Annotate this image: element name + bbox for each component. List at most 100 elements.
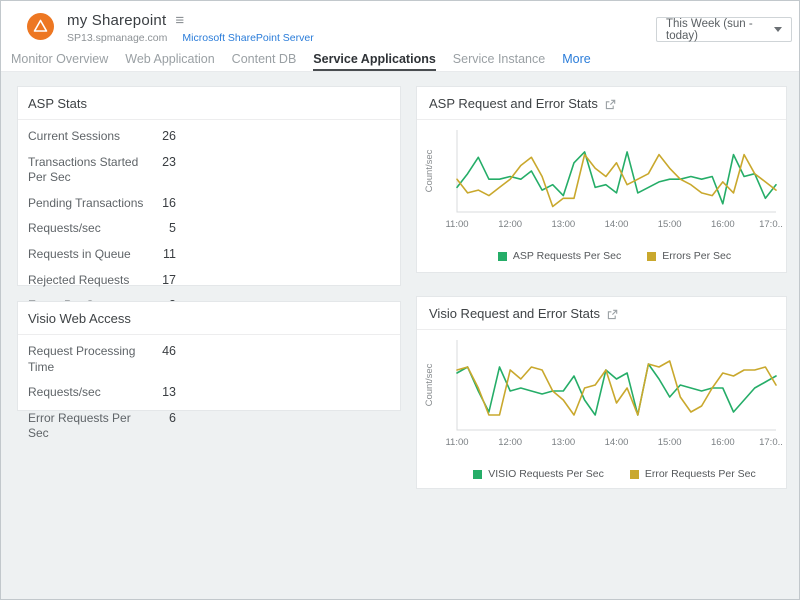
x-tick-label: 14:00 <box>605 219 629 230</box>
chart-canvas: Count/sec 11:00 12:00 13:00 14:00 15:00 16:00 1… <box>417 122 786 236</box>
stat-value: 17 <box>144 273 176 287</box>
stat-label: Current Sessions <box>28 129 144 145</box>
stat-row: Requests in Queue11 <box>18 242 400 268</box>
visio-chart-panel: Visio Request and Error Stats Count/sec 1… <box>416 296 787 489</box>
warning-triangle-icon <box>27 13 54 40</box>
stat-row: Requests/sec5 <box>18 216 400 242</box>
stat-row: Requests/sec13 <box>18 380 400 406</box>
asp-chart: Count/sec 11:00 12:00 13:00 14:00 15:00 16:00 1… <box>417 122 786 241</box>
chart-legend: VISIO Requests Per Sec Error Requests Per… <box>417 468 786 480</box>
legend-swatch-icon <box>473 470 482 479</box>
page-title: my Sharepoint <box>67 12 166 29</box>
stat-row: Current Sessions26 <box>18 124 400 150</box>
stat-row: Transactions Started Per Sec23 <box>18 150 400 191</box>
legend-swatch-icon <box>647 252 656 261</box>
legend-label: ASP Requests Per Sec <box>513 250 621 262</box>
stat-value: 23 <box>144 155 176 169</box>
stat-value: 5 <box>144 221 176 235</box>
x-tick-label: 17:0.. <box>759 437 783 448</box>
content-area: ASP Stats Current Sessions26Transactions… <box>1 72 799 599</box>
chart-canvas: Count/sec 11:00 12:00 13:00 14:00 15:00 16:00 1… <box>417 332 786 454</box>
stat-row: Pending Transactions16 <box>18 191 400 217</box>
stat-label: Transactions Started Per Sec <box>28 155 144 186</box>
legend-label: VISIO Requests Per Sec <box>488 468 604 480</box>
monitor-host: SP13.spmanage.com <box>67 32 167 44</box>
chart-body: Count/sec 11:00 12:00 13:00 14:00 15:00 16:00 1… <box>417 330 786 480</box>
stats-list: Current Sessions26Transactions Started P… <box>18 120 400 321</box>
series-line <box>457 361 776 415</box>
stat-row: Error Requests Per Sec6 <box>18 406 400 447</box>
stat-value: 11 <box>144 247 176 261</box>
tab-monitor-overview[interactable]: Monitor Overview <box>11 48 108 71</box>
app-window: my Sharepoint ≡ SP13.spmanage.com Micros… <box>0 0 800 600</box>
header: my Sharepoint ≡ SP13.spmanage.com Micros… <box>1 1 799 48</box>
panel-title-text: Visio Web Access <box>28 311 131 326</box>
x-tick-label: 16:00 <box>711 219 735 230</box>
x-tick-label: 13:00 <box>551 437 575 448</box>
x-tick-label: 15:00 <box>658 437 682 448</box>
legend-label: Error Requests Per Sec <box>645 468 756 480</box>
stat-row: Rejected Requests17 <box>18 268 400 294</box>
stat-label: Requests in Queue <box>28 247 144 263</box>
panel-title: Visio Web Access <box>18 302 400 335</box>
legend-item[interactable]: Error Requests Per Sec <box>630 468 756 480</box>
axis-lines <box>457 340 776 430</box>
panel-title-text: ASP Stats <box>28 96 87 111</box>
chart-title-text: ASP Request and Error Stats <box>429 96 598 111</box>
asp-chart-panel: ASP Request and Error Stats Count/sec 11:… <box>416 86 787 273</box>
series-line <box>457 152 776 204</box>
chart-title-text: Visio Request and Error Stats <box>429 306 600 321</box>
external-link-icon[interactable] <box>605 99 616 110</box>
x-tick-label: 11:00 <box>445 437 468 448</box>
stat-label: Error Requests Per Sec <box>28 411 144 442</box>
stat-value: 26 <box>144 129 176 143</box>
visio-web-access-panel: Visio Web Access Request Processing Time… <box>17 301 401 411</box>
visio-chart: Count/sec 11:00 12:00 13:00 14:00 15:00 16:00 1… <box>417 332 786 459</box>
x-tick-label: 17:0.. <box>759 219 783 230</box>
stat-label: Pending Transactions <box>28 196 144 212</box>
time-range-select[interactable]: This Week (sun - today) <box>656 17 792 42</box>
x-tick-label: 12:00 <box>498 437 522 448</box>
panel-title: ASP Stats <box>18 87 400 120</box>
external-link-icon[interactable] <box>607 309 618 320</box>
axis-lines <box>457 130 776 212</box>
stat-value: 46 <box>144 344 176 358</box>
title-row: my Sharepoint ≡ <box>67 12 184 29</box>
legend-item[interactable]: Errors Per Sec <box>647 250 731 262</box>
time-range-value: This Week (sun - today) <box>666 18 774 42</box>
x-tick-label: 16:00 <box>711 437 735 448</box>
x-tick-label: 14:00 <box>605 437 629 448</box>
stat-value: 6 <box>144 411 176 425</box>
stat-value: 16 <box>144 196 176 210</box>
stat-row: Request Processing Time46 <box>18 339 400 380</box>
stat-label: Requests/sec <box>28 385 144 401</box>
chart-title-row: Visio Request and Error Stats <box>417 297 786 330</box>
chart-body: Count/sec 11:00 12:00 13:00 14:00 15:00 16:00 1… <box>417 120 786 262</box>
subtitle-row: SP13.spmanage.com Microsoft SharePoint S… <box>67 32 314 44</box>
tab-content-db[interactable]: Content DB <box>232 48 297 71</box>
y-axis-label: Count/sec <box>424 363 435 406</box>
legend-item[interactable]: ASP Requests Per Sec <box>498 250 621 262</box>
tab-service-applications[interactable]: Service Applications <box>313 48 436 71</box>
monitor-avatar <box>27 13 54 40</box>
chart-legend: ASP Requests Per Sec Errors Per Sec <box>417 250 786 262</box>
x-tick-label: 12:00 <box>498 219 522 230</box>
hamburger-icon[interactable]: ≡ <box>175 13 184 28</box>
tab-more[interactable]: More <box>562 48 590 71</box>
legend-swatch-icon <box>630 470 639 479</box>
legend-swatch-icon <box>498 252 507 261</box>
tab-service-instance[interactable]: Service Instance <box>453 48 545 71</box>
tab-web-application[interactable]: Web Application <box>125 48 214 71</box>
x-tick-label: 13:00 <box>551 219 575 230</box>
tab-bar: Monitor Overview Web Application Content D… <box>1 48 799 72</box>
legend-item[interactable]: VISIO Requests Per Sec <box>473 468 604 480</box>
x-tick-label: 11:00 <box>445 219 468 230</box>
stat-label: Request Processing Time <box>28 344 144 375</box>
stat-label: Requests/sec <box>28 221 144 237</box>
asp-stats-panel: ASP Stats Current Sessions26Transactions… <box>17 86 401 286</box>
server-type-link[interactable]: Microsoft SharePoint Server <box>182 32 313 44</box>
chevron-down-icon <box>774 27 782 32</box>
y-axis-label: Count/sec <box>424 149 435 192</box>
x-tick-label: 15:00 <box>658 219 682 230</box>
stat-label: Rejected Requests <box>28 273 144 289</box>
